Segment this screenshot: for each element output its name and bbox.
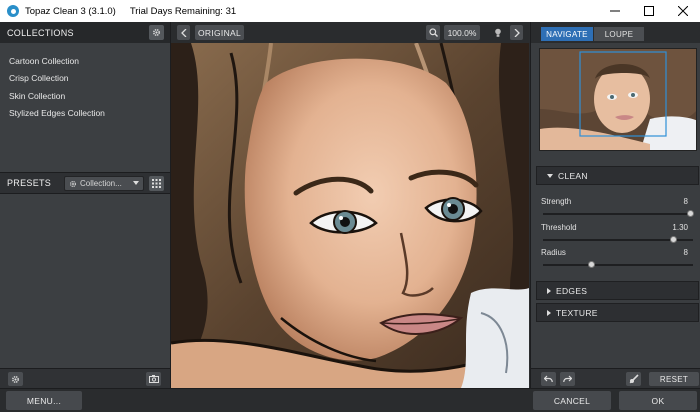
right-panel: NAVIGATE LOUPE CLEAN Strength 8 Threshol… bbox=[530, 22, 700, 388]
reset-button[interactable]: RESET bbox=[649, 372, 699, 386]
snapshot-button[interactable] bbox=[146, 372, 161, 386]
brush-icon bbox=[629, 374, 639, 384]
tab-loupe[interactable]: LOUPE bbox=[594, 27, 644, 41]
threshold-slider-handle[interactable] bbox=[670, 236, 677, 243]
bottom-bar: MENU... CANCEL OK bbox=[0, 388, 700, 412]
threshold-value: 1.30 bbox=[672, 223, 688, 232]
lightbulb-icon bbox=[495, 28, 501, 37]
navigator-thumbnail[interactable] bbox=[539, 48, 697, 151]
menu-button[interactable]: MENU... bbox=[6, 391, 82, 410]
collections-title: COLLECTIONS bbox=[7, 27, 74, 38]
presets-select-value: Collection... bbox=[80, 179, 122, 188]
navigator-tabs: NAVIGATE LOUPE bbox=[531, 22, 700, 43]
collection-list: Cartoon Collection Crisp Collection Skin… bbox=[0, 43, 170, 122]
presets-title: PRESETS bbox=[7, 178, 52, 188]
triangle-right-icon bbox=[547, 309, 551, 316]
grid-icon bbox=[152, 179, 161, 188]
collection-item-stylized-edges[interactable]: Stylized Edges Collection bbox=[0, 105, 170, 123]
chevron-left-icon bbox=[180, 28, 186, 37]
collection-item-cartoon[interactable]: Cartoon Collection bbox=[0, 52, 170, 70]
close-icon bbox=[678, 6, 688, 16]
maximize-button[interactable] bbox=[632, 0, 666, 22]
strength-slider[interactable] bbox=[543, 210, 694, 217]
gear-icon bbox=[12, 375, 19, 383]
undo-button[interactable] bbox=[541, 372, 556, 386]
radius-slider[interactable] bbox=[543, 261, 693, 268]
image-canvas[interactable] bbox=[171, 43, 529, 388]
collections-settings-button[interactable] bbox=[149, 25, 164, 40]
collection-item-skin[interactable]: Skin Collection bbox=[0, 87, 170, 105]
gear-icon bbox=[153, 29, 160, 36]
panel-collapse-left-button[interactable] bbox=[177, 25, 190, 40]
preview-toolbar: ORIGINAL 100.0% bbox=[171, 22, 529, 43]
camera-icon bbox=[148, 375, 159, 383]
mask-brush-button[interactable] bbox=[626, 372, 641, 386]
gear-icon bbox=[69, 180, 77, 187]
cancel-button[interactable]: CANCEL bbox=[533, 391, 611, 410]
clean-section-title: CLEAN bbox=[558, 170, 588, 181]
strength-value: 8 bbox=[683, 197, 688, 206]
chevron-down-icon bbox=[133, 181, 139, 185]
triangle-right-icon bbox=[547, 287, 551, 294]
clean-section-header[interactable]: CLEAN bbox=[536, 166, 699, 185]
radius-value: 8 bbox=[683, 248, 688, 257]
right-footer: RESET bbox=[531, 368, 700, 388]
strength-slider-handle[interactable] bbox=[686, 210, 694, 217]
tab-navigate[interactable]: NAVIGATE bbox=[541, 27, 593, 41]
title-bar: Topaz Clean 3 (3.1.0) Trial Days Remaini… bbox=[0, 0, 700, 22]
redo-icon bbox=[563, 375, 572, 383]
left-panel: COLLECTIONS Cartoon Collection Crisp Col… bbox=[0, 22, 171, 388]
panel-collapse-right-button[interactable] bbox=[510, 25, 523, 40]
preview-area: ORIGINAL 100.0% bbox=[171, 22, 529, 388]
presets-header: PRESETS Collection... bbox=[0, 172, 170, 194]
left-footer bbox=[0, 368, 170, 388]
texture-section-title: TEXTURE bbox=[556, 307, 598, 318]
app-title: Topaz Clean 3 (3.1.0) bbox=[25, 5, 116, 17]
preset-settings-button[interactable] bbox=[8, 372, 23, 386]
redo-button[interactable] bbox=[560, 372, 575, 386]
ok-button[interactable]: OK bbox=[619, 391, 697, 410]
minimize-icon bbox=[610, 10, 620, 12]
background-light-button[interactable] bbox=[491, 25, 505, 40]
minimize-button[interactable] bbox=[598, 0, 632, 22]
threshold-slider[interactable] bbox=[543, 236, 693, 243]
collection-item-crisp[interactable]: Crisp Collection bbox=[0, 70, 170, 88]
magnifier-icon bbox=[428, 28, 438, 37]
window-controls bbox=[598, 0, 700, 22]
texture-section-header[interactable]: TEXTURE bbox=[536, 303, 699, 322]
radius-label: Radius bbox=[541, 248, 566, 257]
radius-slider-handle[interactable] bbox=[587, 261, 595, 268]
original-button[interactable]: ORIGINAL bbox=[195, 25, 244, 40]
close-button[interactable] bbox=[666, 0, 700, 22]
portrait-image bbox=[171, 43, 529, 388]
undo-icon bbox=[544, 375, 553, 383]
navigator-image bbox=[540, 49, 696, 150]
edges-section-title: EDGES bbox=[556, 285, 588, 296]
threshold-label: Threshold bbox=[541, 223, 577, 232]
zoom-button[interactable] bbox=[426, 25, 440, 40]
app-icon bbox=[7, 5, 19, 17]
maximize-icon bbox=[644, 6, 654, 16]
edges-section-header[interactable]: EDGES bbox=[536, 281, 699, 300]
collections-header: COLLECTIONS bbox=[0, 22, 170, 43]
chevron-right-icon bbox=[514, 28, 520, 37]
grid-view-button[interactable] bbox=[149, 176, 164, 191]
triangle-down-icon bbox=[547, 173, 553, 178]
strength-label: Strength bbox=[541, 197, 572, 206]
trial-days-text: Trial Days Remaining: 31 bbox=[129, 5, 237, 17]
presets-collection-select[interactable]: Collection... bbox=[64, 176, 144, 191]
zoom-level[interactable]: 100.0% bbox=[444, 25, 480, 40]
